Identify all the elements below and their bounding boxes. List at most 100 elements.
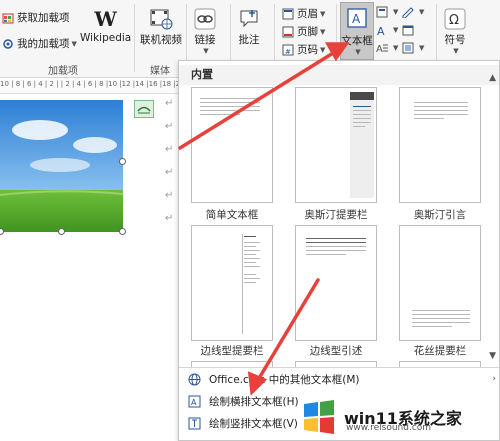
symbol-button[interactable]: Ω 符号 ▼ (444, 6, 466, 55)
draw-vertical-textbox-icon (187, 416, 201, 430)
addins-icon (3, 38, 13, 49)
thumb-sideline-quote[interactable] (295, 225, 377, 341)
link-icon (194, 6, 216, 32)
menu-divider (179, 367, 499, 368)
object-icon (402, 42, 414, 54)
builtin-section-header: 内置 (179, 65, 499, 85)
textbox-button[interactable]: A 文本框 ▼ (340, 2, 374, 60)
thumb-austin-quote[interactable] (399, 87, 481, 203)
signature-icon (402, 7, 414, 18)
office-more-label: Office.com 中的其他文本框(M) (209, 373, 360, 386)
thumb-filigree-sidebar[interactable] (399, 225, 481, 341)
get-addins-label: 获取加载项 (17, 12, 70, 24)
thumb-austin-sidebar[interactable] (295, 87, 377, 203)
thumb-label: 奥斯汀引言 (413, 209, 467, 221)
my-addins-label: 我的加载项 (17, 38, 70, 50)
addins-group-label: 加载项 (48, 66, 78, 77)
draw-horizontal-label: 绘制横排文本框(H) (209, 395, 299, 408)
scroll-down-icon[interactable]: ▼ (489, 351, 496, 361)
paragraph-mark: ↵ (165, 213, 174, 224)
thumb-simple-textbox[interactable] (191, 87, 273, 203)
my-addins-button[interactable]: 我的加载项 ▼ (2, 36, 77, 51)
footer-button[interactable]: 页脚 ▼ (282, 24, 325, 39)
layout-options-button[interactable] (134, 100, 154, 118)
chevron-down-icon: ▼ (355, 48, 361, 56)
media-group-label: 媒体 (150, 66, 170, 77)
svg-text:A: A (352, 12, 361, 26)
store-icon (2, 13, 14, 23)
wordart-icon: A (377, 25, 385, 36)
chevron-down-icon: ▼ (393, 44, 399, 52)
symbol-label: 符号 (444, 34, 466, 46)
svg-text:A: A (377, 25, 385, 36)
online-video-icon (149, 6, 173, 32)
page-number-icon: # (282, 44, 294, 56)
wordart-button[interactable]: A ▼ (376, 24, 398, 36)
drop-cap-button[interactable]: A ▼ (376, 42, 398, 54)
wikipedia-icon: W (94, 7, 117, 31)
resize-handle[interactable] (58, 228, 65, 235)
svg-text:#: # (285, 48, 291, 56)
landscape-picture (0, 100, 123, 232)
scroll-up-icon[interactable]: ▲ (489, 73, 496, 83)
get-addins-button[interactable]: 获取加载项 (2, 10, 70, 25)
resize-handle[interactable] (119, 158, 126, 165)
landscape-image[interactable] (0, 100, 123, 232)
chevron-right-icon: › (492, 374, 496, 384)
ruler: 10 | 8 | 6 | 4 | 2 | | 2 | 4 | 6 | 8 |10… (0, 80, 180, 94)
globe-icon (187, 372, 201, 386)
chevron-down-icon: ▼ (393, 8, 399, 16)
thumb-sideline-sidebar[interactable] (191, 225, 273, 341)
header-button[interactable]: 页眉 ▼ (282, 6, 325, 21)
comment-label: 批注 (238, 34, 260, 46)
footer-icon (282, 26, 294, 37)
paragraph-mark: ↵ (165, 144, 174, 155)
thumb-label: 花丝提要栏 (413, 345, 467, 357)
watermark: win11系统之家 (300, 392, 500, 441)
comment-icon (238, 6, 260, 32)
wikipedia-button[interactable]: W Wikipedia (80, 6, 131, 44)
draw-vertical-label: 绘制竖排文本框(V) (209, 417, 298, 430)
quick-parts-icon (376, 6, 388, 18)
chevron-down-icon: ▼ (320, 45, 326, 54)
office-more-textboxes-item[interactable]: Office.com 中的其他文本框(M) (187, 369, 360, 389)
page-number-label: 页码 (297, 44, 318, 56)
quick-parts-button[interactable]: ▼ (376, 6, 398, 18)
date-time-button[interactable] (402, 24, 417, 36)
omega-icon: Ω (444, 6, 466, 32)
chevron-down-icon: ▼ (453, 47, 459, 55)
svg-text:A: A (191, 398, 197, 407)
textbox-icon: A (346, 3, 368, 33)
paragraph-mark: ↵ (165, 98, 174, 109)
wikipedia-label: Wikipedia (80, 32, 132, 44)
svg-text:Ω: Ω (449, 13, 459, 28)
header-label: 页眉 (297, 8, 318, 20)
online-video-label: 联机视频 (140, 34, 182, 46)
chevron-down-icon: ▼ (71, 39, 77, 48)
drop-cap-icon: A (376, 44, 388, 54)
link-button[interactable]: 链接 ▼ (194, 6, 216, 55)
draw-vertical-textbox-item[interactable]: 绘制竖排文本框(V) (187, 413, 298, 433)
page-number-button[interactable]: # 页码 ▼ (282, 42, 325, 57)
draw-horizontal-textbox-item[interactable]: A 绘制横排文本框(H) (187, 391, 299, 411)
footer-label: 页脚 (297, 26, 318, 38)
online-video-button[interactable]: 联机视频 (140, 6, 182, 47)
thumb-label: 边线型引述 (309, 345, 363, 357)
object-button[interactable]: ▼ (402, 42, 424, 54)
link-label: 链接 (194, 34, 216, 46)
paragraph-mark: ↵ (165, 190, 174, 201)
chevron-down-icon: ▼ (320, 27, 326, 36)
chevron-down-icon: ▼ (419, 44, 425, 52)
resize-handle[interactable] (119, 228, 126, 235)
textbox-label: 文本框 (341, 35, 373, 47)
watermark-url: www.relsound.com (346, 423, 432, 433)
thumb-label: 简单文本框 (205, 209, 259, 221)
comment-button[interactable]: 批注 (238, 6, 260, 47)
chevron-down-icon: ▼ (203, 47, 209, 55)
paragraph-mark: ↵ (165, 121, 174, 132)
svg-text:A: A (376, 44, 383, 54)
calendar-icon (402, 25, 414, 36)
signature-line-button[interactable]: ▼ (402, 6, 424, 18)
thumb-label: 边线型提要栏 (200, 345, 264, 357)
paragraph-mark: ↵ (165, 167, 174, 178)
